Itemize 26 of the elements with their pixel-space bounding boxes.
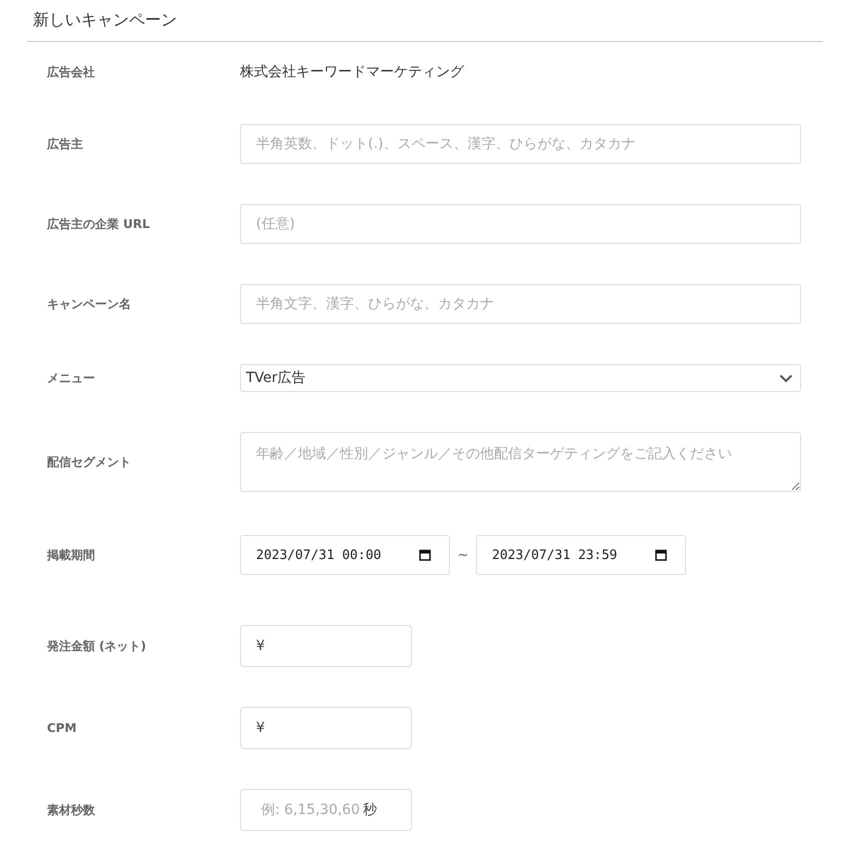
field-label: 広告主 bbox=[47, 136, 84, 152]
input-field[interactable]: 半角文字、漢字、ひらがな、カタカナ bbox=[240, 284, 801, 324]
datetime-field[interactable]: 2023/07/31 23:59 bbox=[476, 535, 686, 575]
amount-field[interactable]: ¥ bbox=[240, 707, 412, 749]
field-label: 広告会社 bbox=[47, 64, 96, 80]
field-label: 配信セグメント bbox=[47, 454, 132, 470]
range-separator: ~ bbox=[456, 548, 470, 562]
calendar-icon[interactable] bbox=[419, 549, 431, 561]
field-label: キャンペーン名 bbox=[47, 296, 132, 312]
menu-dropdown[interactable]: TVer広告 bbox=[240, 364, 801, 392]
datetime-field[interactable]: 2023/07/31 00:00 bbox=[240, 535, 450, 575]
company-name: 株式会社キーワードマーケティング bbox=[240, 64, 464, 80]
calendar-icon[interactable] bbox=[655, 549, 667, 561]
field-label: 広告主の企業 URL bbox=[47, 216, 151, 232]
input-field[interactable]: (任意) bbox=[240, 204, 801, 244]
seconds-unit: 秒 bbox=[363, 801, 377, 819]
segment-textarea[interactable]: 年齢／地域／性別／ジャンル／その他配信ターゲティングをご記入ください bbox=[240, 432, 801, 492]
field-label: メニュー bbox=[47, 370, 96, 386]
field-label: CPM bbox=[47, 721, 78, 735]
field-label: 掲載期間 bbox=[47, 546, 96, 564]
field-label: 素材秒数 bbox=[47, 802, 96, 818]
amount-field[interactable]: ¥ bbox=[240, 625, 412, 667]
input-field[interactable]: 半角英数、ドット(.)、スペース、漢字、ひらがな、カタカナ bbox=[240, 124, 801, 164]
chevron-down-icon bbox=[779, 374, 793, 382]
page-title: 新しいキャンペーン bbox=[27, 0, 823, 42]
field-label: 発注金額 (ネット) bbox=[47, 638, 148, 654]
